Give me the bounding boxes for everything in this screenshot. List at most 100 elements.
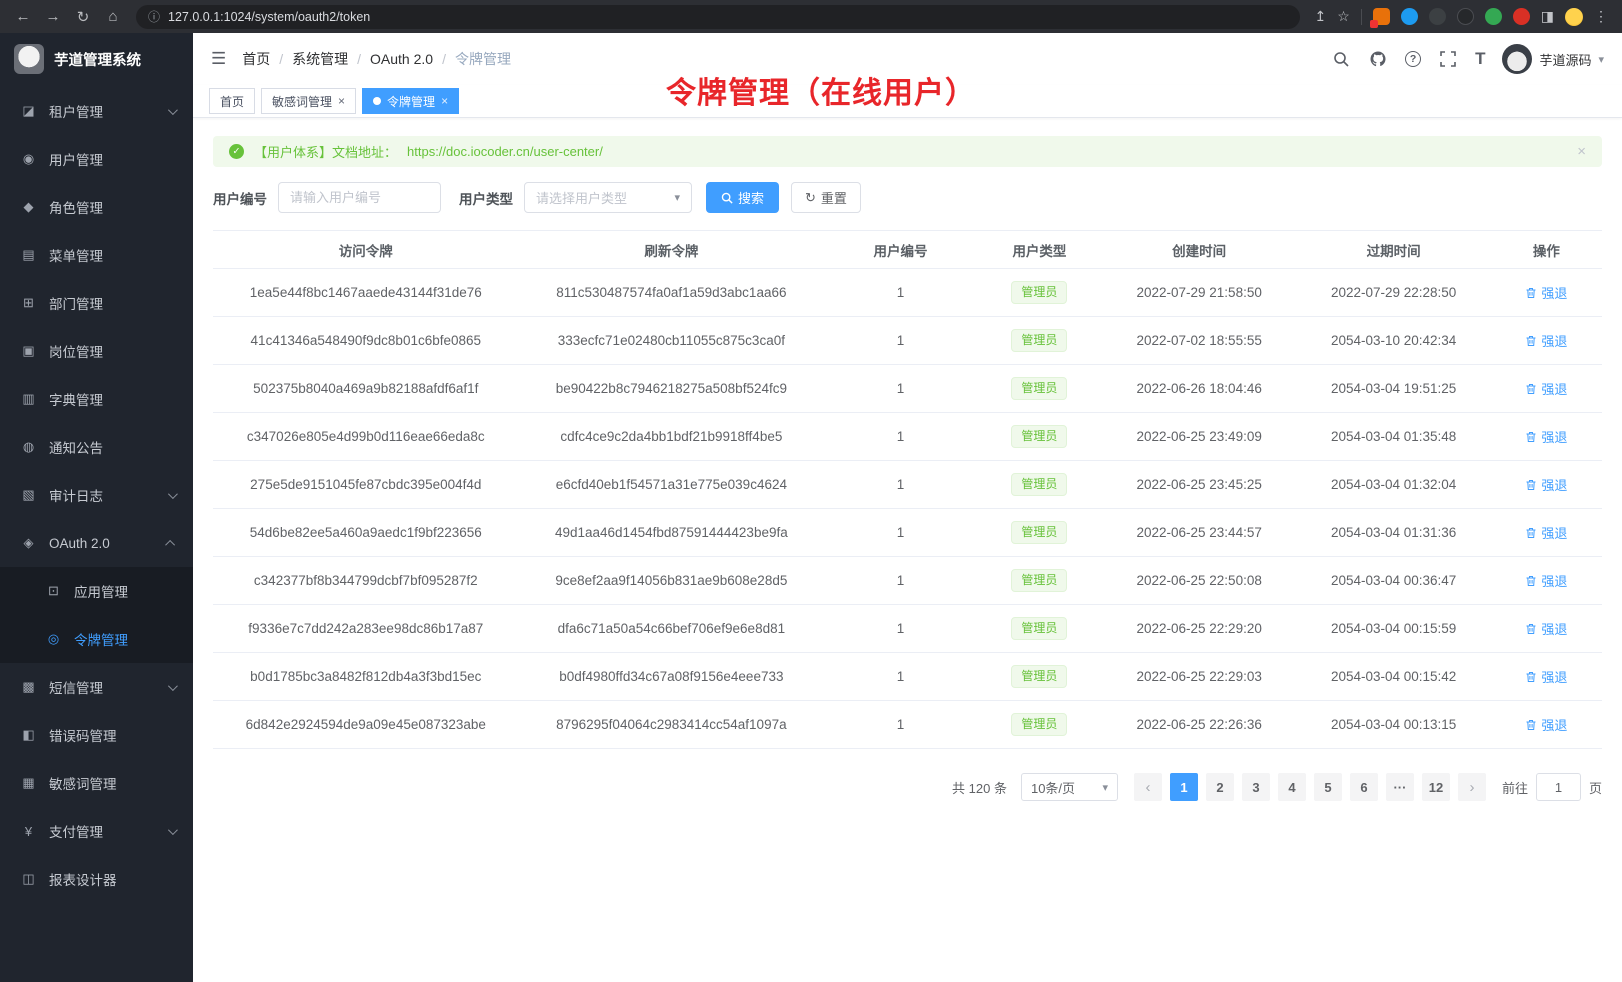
prev-page-button[interactable]: ‹ xyxy=(1134,773,1162,801)
force-logout-button[interactable]: 强退 xyxy=(1525,283,1567,302)
sidebar-item-notice[interactable]: ◍通知公告 xyxy=(0,423,193,471)
side-panel-icon[interactable]: ◨ xyxy=(1541,8,1554,25)
user-id-cell: 1 xyxy=(824,413,977,461)
font-size-icon[interactable]: T xyxy=(1475,49,1485,69)
force-logout-button[interactable]: 强退 xyxy=(1525,475,1567,494)
app-logo[interactable]: 芋道管理系统 xyxy=(0,33,193,85)
sidebar-item-payment[interactable]: ¥支付管理 xyxy=(0,807,193,855)
page-button-1[interactable]: 1 xyxy=(1170,773,1198,801)
sidebar-item-role[interactable]: ◆角色管理 xyxy=(0,183,193,231)
tab-close-icon[interactable]: × xyxy=(441,95,448,107)
user-type-cell: 管理员 xyxy=(977,413,1102,461)
chevron-down-icon: ▾ xyxy=(1598,53,1604,66)
user-id-cell: 1 xyxy=(824,509,977,557)
sidebar-item-menu[interactable]: ▤菜单管理 xyxy=(0,231,193,279)
expire-time-cell: 2054-03-04 00:36:47 xyxy=(1296,557,1490,605)
share-icon[interactable]: ↥ xyxy=(1314,8,1326,25)
user-menu[interactable]: 芋道源码 ▾ xyxy=(1502,44,1604,74)
browser-reload-icon[interactable]: ↻ xyxy=(70,4,96,30)
sidebar-item-user[interactable]: ◉用户管理 xyxy=(0,135,193,183)
doc-link[interactable]: https://doc.iocoder.cn/user-center/ xyxy=(407,144,603,159)
user-type-cell: 管理员 xyxy=(977,509,1102,557)
force-logout-button[interactable]: 强退 xyxy=(1525,571,1567,590)
user-type-select[interactable]: 请选择用户类型 ▾ xyxy=(524,182,692,213)
extension-icon-dark-2[interactable] xyxy=(1457,8,1474,25)
sidebar-item-dept[interactable]: ⊞部门管理 xyxy=(0,279,193,327)
page-button-12[interactable]: 12 xyxy=(1422,773,1450,801)
pagination-more-button[interactable]: ··· xyxy=(1386,773,1414,801)
goto-page-input[interactable] xyxy=(1536,773,1581,801)
sidebar-item-oauth2-app[interactable]: ⊡应用管理 xyxy=(0,567,193,615)
page-button-2[interactable]: 2 xyxy=(1206,773,1234,801)
force-logout-button[interactable]: 强退 xyxy=(1525,379,1567,398)
user-type-label: 用户类型 xyxy=(459,188,513,208)
page-size-select[interactable]: 10条/页 ▾ xyxy=(1021,773,1118,801)
address-bar[interactable]: ⓘ 127.0.0.1:1024/system/oauth2/token xyxy=(136,5,1300,29)
tab-敏感词管理[interactable]: 敏感词管理× xyxy=(261,88,356,114)
browser-forward-icon[interactable]: → xyxy=(40,4,66,30)
browser-profile-avatar[interactable] xyxy=(1565,8,1583,26)
breadcrumb-item[interactable]: 首页 xyxy=(242,49,270,69)
page-button-5[interactable]: 5 xyxy=(1314,773,1342,801)
alert-close-icon[interactable]: × xyxy=(1577,143,1586,160)
help-icon[interactable]: ? xyxy=(1405,51,1421,67)
extension-icon-blue[interactable] xyxy=(1401,8,1418,25)
page-content: ✓ 【用户体系】文档地址： https://doc.iocoder.cn/use… xyxy=(193,118,1622,982)
reset-button[interactable]: ↻ 重置 xyxy=(791,182,861,213)
extension-icon-red[interactable] xyxy=(1513,8,1530,25)
sidebar-item-error-code[interactable]: ◧错误码管理 xyxy=(0,711,193,759)
tab-首页[interactable]: 首页 xyxy=(209,88,255,114)
force-logout-button[interactable]: 强退 xyxy=(1525,619,1567,638)
extension-icon-dark[interactable] xyxy=(1429,8,1446,25)
github-icon[interactable] xyxy=(1368,49,1388,69)
page-buttons: 123456···12 xyxy=(1170,773,1450,801)
force-logout-label: 强退 xyxy=(1541,379,1567,398)
extension-icon-orange[interactable] xyxy=(1373,8,1390,25)
sidebar-item-sensitive-word[interactable]: ▦敏感词管理 xyxy=(0,759,193,807)
created-time-cell: 2022-06-26 18:04:46 xyxy=(1102,365,1296,413)
sidebar-item-dict[interactable]: ▥字典管理 xyxy=(0,375,193,423)
tab-令牌管理[interactable]: 令牌管理× xyxy=(362,88,459,114)
page-button-3[interactable]: 3 xyxy=(1242,773,1270,801)
bookmark-star-icon[interactable]: ☆ xyxy=(1337,8,1350,25)
page-button-4[interactable]: 4 xyxy=(1278,773,1306,801)
sidebar-item-oauth2-token[interactable]: ◎令牌管理 xyxy=(0,615,193,663)
site-info-icon[interactable]: ⓘ xyxy=(148,8,160,25)
extension-icon-green[interactable] xyxy=(1485,8,1502,25)
table-row: 1ea5e44f8bc1467aaede43144f31de76811c5304… xyxy=(213,269,1602,317)
browser-back-icon[interactable]: ← xyxy=(10,4,36,30)
breadcrumb-item[interactable]: 系统管理 xyxy=(292,49,348,69)
sidebar-item-post[interactable]: ▣岗位管理 xyxy=(0,327,193,375)
user-id-cell: 1 xyxy=(824,269,977,317)
force-logout-button[interactable]: 强退 xyxy=(1525,715,1567,734)
sidebar-item-oauth2[interactable]: ◈OAuth 2.0 xyxy=(0,519,193,567)
user-id-input[interactable] xyxy=(278,182,441,213)
access-token-cell: c347026e805e4d99b0d116eae66eda8c xyxy=(213,413,519,461)
sidebar-item-tenant[interactable]: ◪租户管理 xyxy=(0,87,193,135)
tab-close-icon[interactable]: × xyxy=(338,95,345,107)
next-page-button[interactable]: › xyxy=(1458,773,1486,801)
force-logout-button[interactable]: 强退 xyxy=(1525,523,1567,542)
access-token-cell: 1ea5e44f8bc1467aaede43144f31de76 xyxy=(213,269,519,317)
search-button[interactable]: 搜索 xyxy=(706,182,779,213)
search-icon[interactable] xyxy=(1331,49,1351,69)
action-cell: 强退 xyxy=(1491,413,1602,461)
user-id-cell: 1 xyxy=(824,605,977,653)
fullscreen-icon[interactable] xyxy=(1438,49,1458,69)
breadcrumb-item[interactable]: OAuth 2.0 xyxy=(370,51,433,67)
sidebar-item-sms[interactable]: ▩短信管理 xyxy=(0,663,193,711)
force-logout-button[interactable]: 强退 xyxy=(1525,667,1567,686)
browser-menu-icon[interactable]: ⋮ xyxy=(1594,8,1608,25)
sidebar-item-report-designer[interactable]: ◫报表设计器 xyxy=(0,855,193,903)
browser-toolbar-right: ↥ ☆ ◨ ⋮ xyxy=(1314,8,1612,26)
force-logout-button[interactable]: 强退 xyxy=(1525,331,1567,350)
pagination: 共 120 条 10条/页 ▾ ‹ 123456···12 › 前往 页 xyxy=(213,773,1602,801)
page-button-6[interactable]: 6 xyxy=(1350,773,1378,801)
force-logout-button[interactable]: 强退 xyxy=(1525,427,1567,446)
sidebar-item-audit-log[interactable]: ▧审计日志 xyxy=(0,471,193,519)
collapse-sidebar-icon[interactable]: ☰ xyxy=(211,49,226,69)
created-time-cell: 2022-06-25 23:45:25 xyxy=(1102,461,1296,509)
audit-log-icon: ▧ xyxy=(20,487,37,503)
browser-home-icon[interactable]: ⌂ xyxy=(100,4,126,30)
sidebar-item-label: OAuth 2.0 xyxy=(49,536,168,551)
